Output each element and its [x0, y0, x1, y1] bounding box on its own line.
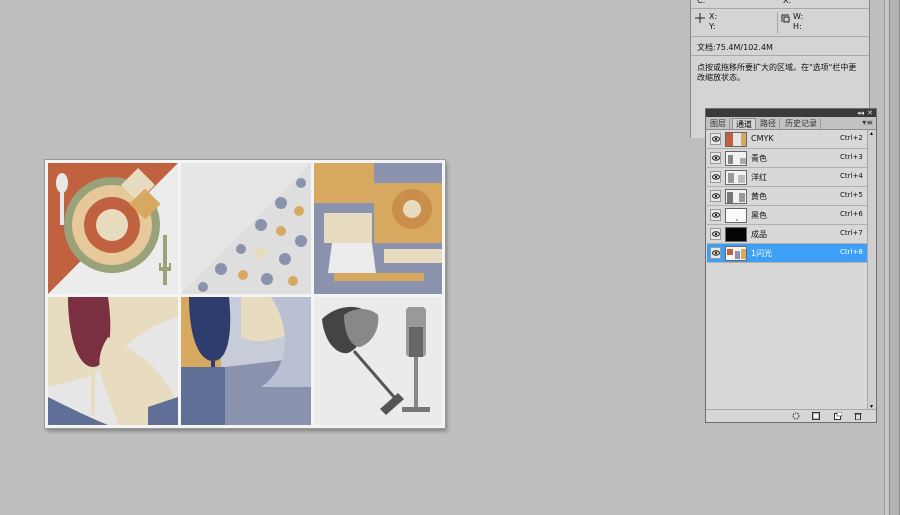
tab-history[interactable]: 历史记录 — [782, 118, 821, 129]
channel-thumbnail — [725, 151, 747, 166]
channel-name: CMYK — [751, 134, 774, 143]
panel-tabs: 图层 通道 路径 历史记录 ▾≡ — [706, 117, 876, 130]
delete-channel-icon[interactable] — [854, 412, 862, 421]
eye-icon[interactable] — [710, 209, 721, 221]
channel-shortcut: Ctrl+6 — [840, 210, 863, 218]
info-top-right: X: — [783, 0, 792, 5]
channel-row-magenta[interactable]: 洋红 Ctrl+4 — [707, 168, 871, 187]
channel-name: 1闪光 — [751, 249, 773, 258]
panel-menu-icon[interactable]: ▾≡ — [862, 117, 873, 129]
channel-thumbnail — [725, 208, 747, 223]
channel-name: 黄色 — [751, 192, 767, 201]
eye-icon[interactable] — [710, 190, 721, 202]
hint-text: 点按或拖移所要扩大的区域。在"选项"栏中更改缩放状态。 — [697, 63, 857, 82]
channel-list: CMYK Ctrl+2 青色 Ctrl+3 洋红 Ctrl+4 黄色 Ctrl+… — [707, 130, 871, 410]
info-w-label: W: — [793, 12, 804, 21]
doc-size-text: 文档:75.4M/102.4M — [697, 43, 773, 52]
channel-thumbnail — [725, 189, 747, 204]
load-selection-icon[interactable] — [792, 412, 800, 420]
artwork-tile-plate — [48, 163, 178, 294]
channel-row-finished[interactable]: 成品 Ctrl+7 — [707, 225, 871, 244]
info-y-label: Y: — [709, 22, 716, 31]
eye-icon[interactable] — [710, 247, 721, 259]
channel-shortcut: Ctrl+8 — [840, 248, 863, 256]
channel-row-yellow[interactable]: 黄色 Ctrl+5 — [707, 187, 871, 206]
channel-row-cmyk[interactable]: CMYK Ctrl+2 — [707, 130, 871, 149]
info-h-label: H: — [793, 22, 802, 31]
channel-shortcut: Ctrl+5 — [840, 191, 863, 199]
artwork-tile-wine-warm — [48, 297, 178, 425]
channel-shortcut: Ctrl+3 — [840, 153, 863, 161]
panel-titlebar[interactable]: ◂◂ ✕ — [706, 109, 876, 117]
panel-footer — [706, 409, 876, 422]
scroll-up-icon[interactable]: ▴ — [868, 130, 875, 137]
window-scrollbar[interactable] — [884, 0, 900, 515]
close-icon[interactable]: ✕ — [867, 109, 873, 117]
artwork-tile-abstract — [314, 163, 442, 294]
eye-icon[interactable] — [710, 171, 721, 183]
eye-icon[interactable] — [710, 228, 721, 240]
channel-row-flash[interactable]: 1闪光 Ctrl+8 — [707, 244, 871, 263]
artwork-tile-glasses-gray — [314, 297, 442, 425]
artwork-tile-dots — [181, 163, 311, 294]
tab-channels[interactable]: 通道 — [732, 118, 756, 129]
channel-shortcut: Ctrl+4 — [840, 172, 863, 180]
document-canvas[interactable] — [45, 160, 445, 428]
eye-icon[interactable] — [710, 152, 721, 164]
artwork-tile-wine-navy — [181, 297, 311, 425]
channel-name: 青色 — [751, 154, 767, 163]
eye-icon[interactable] — [710, 133, 721, 145]
channel-name: 洋红 — [751, 173, 767, 182]
new-channel-icon[interactable] — [834, 411, 843, 420]
tab-paths[interactable]: 路径 — [757, 118, 780, 129]
channel-thumbnail — [725, 132, 747, 147]
info-top-left: C: — [697, 0, 706, 5]
channel-row-black[interactable]: 黑色 Ctrl+6 — [707, 206, 871, 225]
channel-name: 黑色 — [751, 211, 767, 220]
channels-panel[interactable]: ◂◂ ✕ 图层 通道 路径 历史记录 ▾≡ CMYK Ctrl+2 青色 Ctr… — [705, 108, 877, 423]
channel-name: 成品 — [751, 230, 767, 239]
crosshair-icon — [695, 13, 705, 25]
tab-layers[interactable]: 图层 — [707, 118, 730, 129]
channel-list-scrollbar[interactable]: ▴ ▾ — [867, 130, 875, 410]
size-icon — [781, 14, 790, 25]
channel-shortcut: Ctrl+2 — [840, 134, 863, 142]
channel-row-cyan[interactable]: 青色 Ctrl+3 — [707, 149, 871, 168]
info-x-label: X: — [709, 12, 718, 21]
channel-thumbnail — [725, 170, 747, 185]
channel-thumbnail — [725, 246, 747, 261]
collapse-icon[interactable]: ◂◂ — [857, 109, 864, 117]
channel-shortcut: Ctrl+7 — [840, 229, 863, 237]
channel-thumbnail — [725, 227, 747, 242]
save-selection-icon[interactable] — [812, 412, 820, 420]
